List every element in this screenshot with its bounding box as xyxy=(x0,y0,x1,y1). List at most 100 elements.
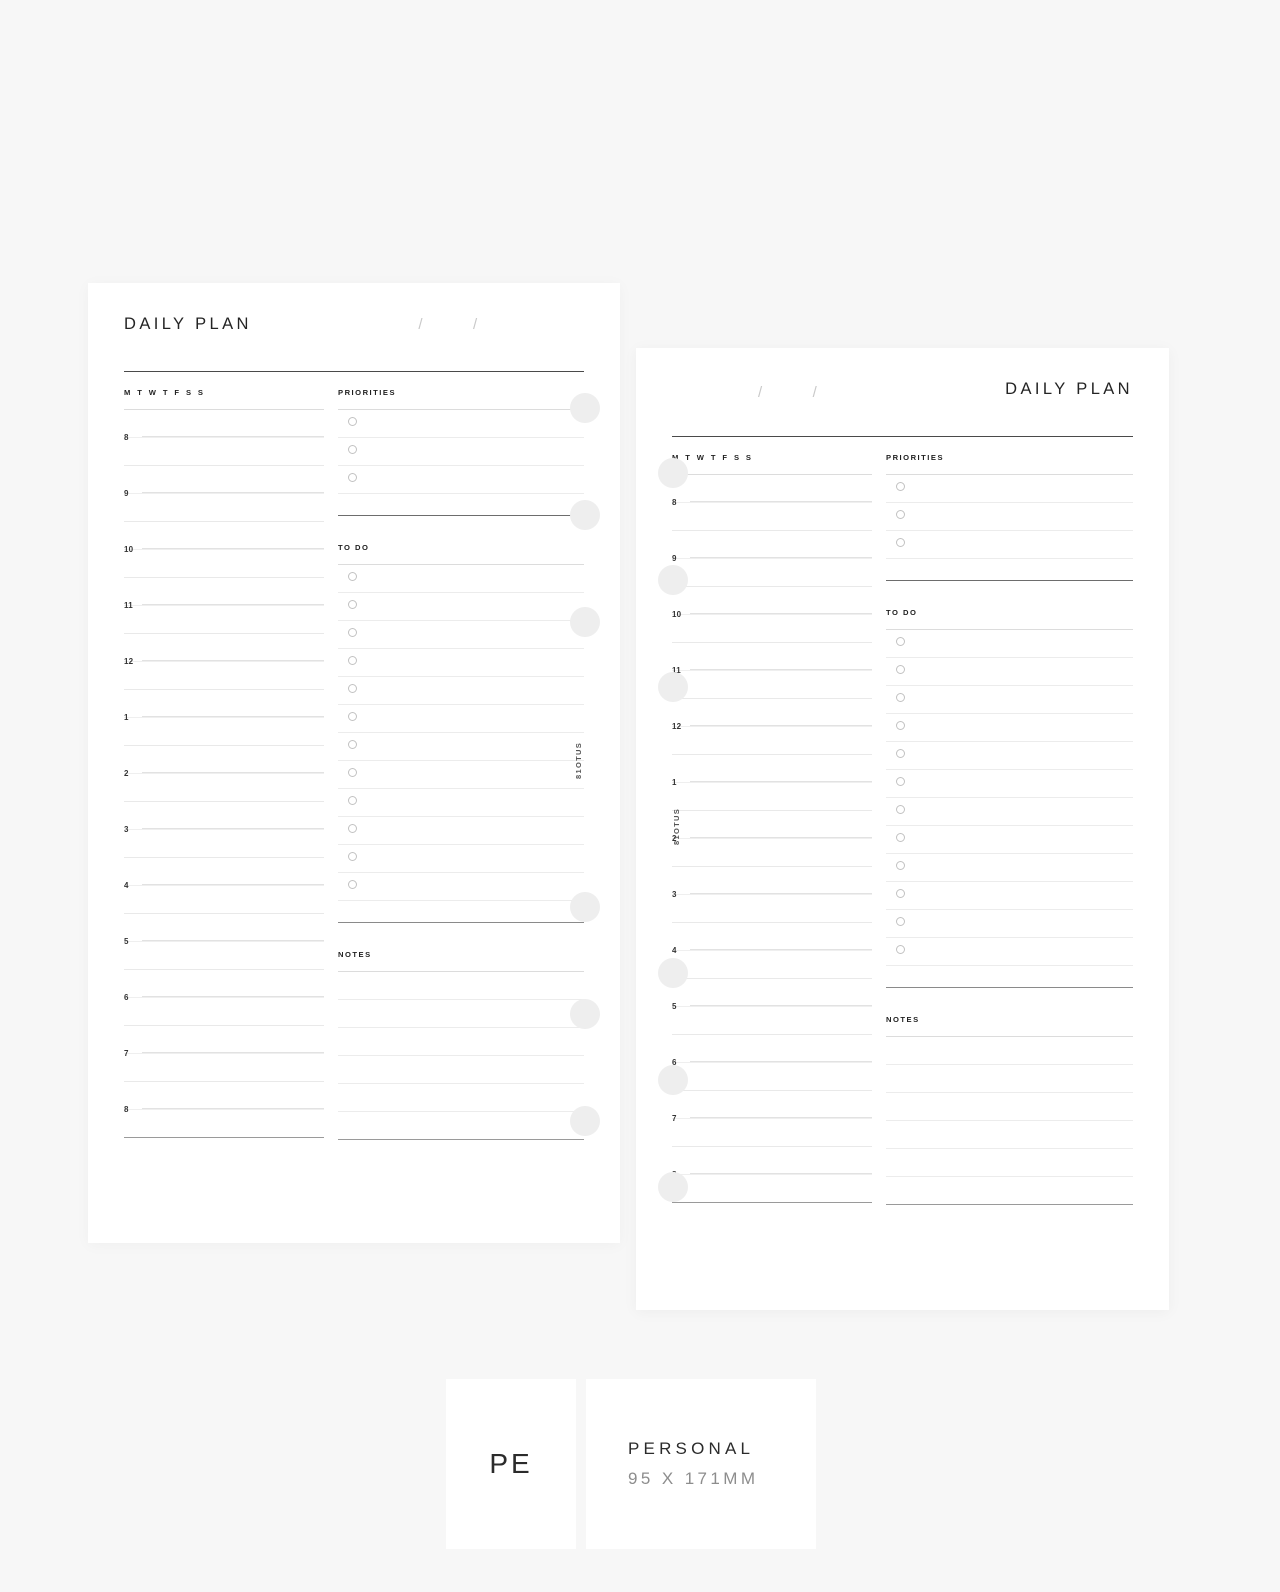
schedule-half-hour-row[interactable] xyxy=(672,1063,872,1091)
list-item[interactable] xyxy=(338,677,584,705)
checkbox-circle-icon[interactable] xyxy=(896,665,905,674)
checkbox-circle-icon[interactable] xyxy=(348,740,357,749)
list-item[interactable] xyxy=(886,742,1133,770)
schedule-half-hour-row[interactable] xyxy=(672,1175,872,1203)
schedule-hour-row[interactable]: 3 xyxy=(124,802,324,834)
checkbox-circle-icon[interactable] xyxy=(348,600,357,609)
schedule-hour-row[interactable]: 8 xyxy=(672,1147,872,1179)
checkbox-circle-icon[interactable] xyxy=(348,445,357,454)
schedule-half-hour-row[interactable] xyxy=(672,503,872,531)
checkbox-circle-icon[interactable] xyxy=(348,768,357,777)
schedule-hour-row[interactable]: 2 xyxy=(672,811,872,843)
schedule-half-hour-row[interactable] xyxy=(124,438,324,466)
schedule-half-hour-row[interactable] xyxy=(672,615,872,643)
checkbox-circle-icon[interactable] xyxy=(896,917,905,926)
note-line[interactable] xyxy=(338,1112,584,1140)
schedule-half-hour-row[interactable] xyxy=(124,1110,324,1138)
list-item[interactable] xyxy=(338,845,584,873)
schedule-half-hour-row[interactable] xyxy=(672,1119,872,1147)
note-line[interactable] xyxy=(338,1000,584,1028)
checkbox-circle-icon[interactable] xyxy=(348,628,357,637)
schedule-hour-row[interactable]: 8 xyxy=(124,1082,324,1114)
schedule-half-hour-row[interactable] xyxy=(672,671,872,699)
checkbox-circle-icon[interactable] xyxy=(896,693,905,702)
schedule-half-hour-row[interactable] xyxy=(124,998,324,1026)
schedule-half-hour-row[interactable] xyxy=(124,774,324,802)
schedule-hour-row[interactable]: 12 xyxy=(672,699,872,731)
weekday-strip[interactable]: M T W T F S S xyxy=(672,452,872,474)
list-item[interactable] xyxy=(338,761,584,789)
list-item[interactable] xyxy=(338,817,584,845)
list-item[interactable] xyxy=(338,438,584,466)
checkbox-circle-icon[interactable] xyxy=(896,777,905,786)
schedule-half-hour-row[interactable] xyxy=(124,886,324,914)
list-item[interactable] xyxy=(886,658,1133,686)
schedule-hour-row[interactable]: 3 xyxy=(672,867,872,899)
note-line[interactable] xyxy=(886,1065,1133,1093)
schedule-half-hour-row[interactable] xyxy=(672,559,872,587)
list-item[interactable] xyxy=(886,714,1133,742)
note-line[interactable] xyxy=(338,972,584,1000)
note-line[interactable] xyxy=(338,1028,584,1056)
schedule-half-hour-row[interactable] xyxy=(672,895,872,923)
note-line[interactable] xyxy=(338,1084,584,1112)
list-item[interactable] xyxy=(886,938,1133,966)
list-item[interactable] xyxy=(886,798,1133,826)
checkbox-circle-icon[interactable] xyxy=(348,796,357,805)
checkbox-circle-icon[interactable] xyxy=(896,889,905,898)
checkbox-circle-icon[interactable] xyxy=(896,637,905,646)
schedule-hour-row[interactable]: 11 xyxy=(672,643,872,675)
checkbox-circle-icon[interactable] xyxy=(348,572,357,581)
schedule-hour-row[interactable]: 1 xyxy=(124,690,324,722)
schedule-hour-row[interactable]: 8 xyxy=(672,475,872,507)
checkbox-circle-icon[interactable] xyxy=(896,861,905,870)
list-item[interactable] xyxy=(886,686,1133,714)
schedule-hour-row[interactable]: 1 xyxy=(672,755,872,787)
schedule-half-hour-row[interactable] xyxy=(124,942,324,970)
checkbox-circle-icon[interactable] xyxy=(896,945,905,954)
checkbox-circle-icon[interactable] xyxy=(348,417,357,426)
checkbox-circle-icon[interactable] xyxy=(348,824,357,833)
list-item[interactable] xyxy=(886,826,1133,854)
weekday-strip[interactable]: M T W T F S S xyxy=(124,387,324,409)
schedule-hour-row[interactable]: 8 xyxy=(124,410,324,442)
list-item[interactable] xyxy=(338,705,584,733)
list-item[interactable] xyxy=(886,630,1133,658)
schedule-hour-row[interactable]: 9 xyxy=(672,531,872,563)
list-item[interactable] xyxy=(338,649,584,677)
schedule-half-hour-row[interactable] xyxy=(672,783,872,811)
schedule-half-hour-row[interactable] xyxy=(672,839,872,867)
list-item[interactable] xyxy=(338,410,584,438)
checkbox-circle-icon[interactable] xyxy=(896,482,905,491)
note-line[interactable] xyxy=(886,1121,1133,1149)
schedule-half-hour-row[interactable] xyxy=(124,718,324,746)
list-item[interactable] xyxy=(886,475,1133,503)
checkbox-circle-icon[interactable] xyxy=(896,833,905,842)
note-line[interactable] xyxy=(338,1056,584,1084)
schedule-hour-row[interactable]: 4 xyxy=(672,923,872,955)
schedule-half-hour-row[interactable] xyxy=(124,606,324,634)
checkbox-circle-icon[interactable] xyxy=(348,684,357,693)
schedule-half-hour-row[interactable] xyxy=(124,830,324,858)
schedule-hour-row[interactable]: 7 xyxy=(672,1091,872,1123)
checkbox-circle-icon[interactable] xyxy=(896,749,905,758)
checkbox-circle-icon[interactable] xyxy=(348,852,357,861)
note-line[interactable] xyxy=(886,1093,1133,1121)
schedule-hour-row[interactable]: 6 xyxy=(672,1035,872,1067)
list-item[interactable] xyxy=(338,466,584,494)
schedule-half-hour-row[interactable] xyxy=(124,550,324,578)
schedule-hour-row[interactable]: 12 xyxy=(124,634,324,666)
checkbox-circle-icon[interactable] xyxy=(896,805,905,814)
list-item[interactable] xyxy=(338,593,584,621)
schedule-hour-row[interactable]: 6 xyxy=(124,970,324,1002)
list-item[interactable] xyxy=(338,873,584,901)
schedule-half-hour-row[interactable] xyxy=(124,662,324,690)
list-item[interactable] xyxy=(886,503,1133,531)
schedule-half-hour-row[interactable] xyxy=(124,1054,324,1082)
checkbox-circle-icon[interactable] xyxy=(896,721,905,730)
date-field-group[interactable]: / / xyxy=(418,316,477,334)
list-item[interactable] xyxy=(338,621,584,649)
schedule-hour-row[interactable]: 5 xyxy=(672,979,872,1011)
note-line[interactable] xyxy=(886,1037,1133,1065)
checkbox-circle-icon[interactable] xyxy=(348,880,357,889)
